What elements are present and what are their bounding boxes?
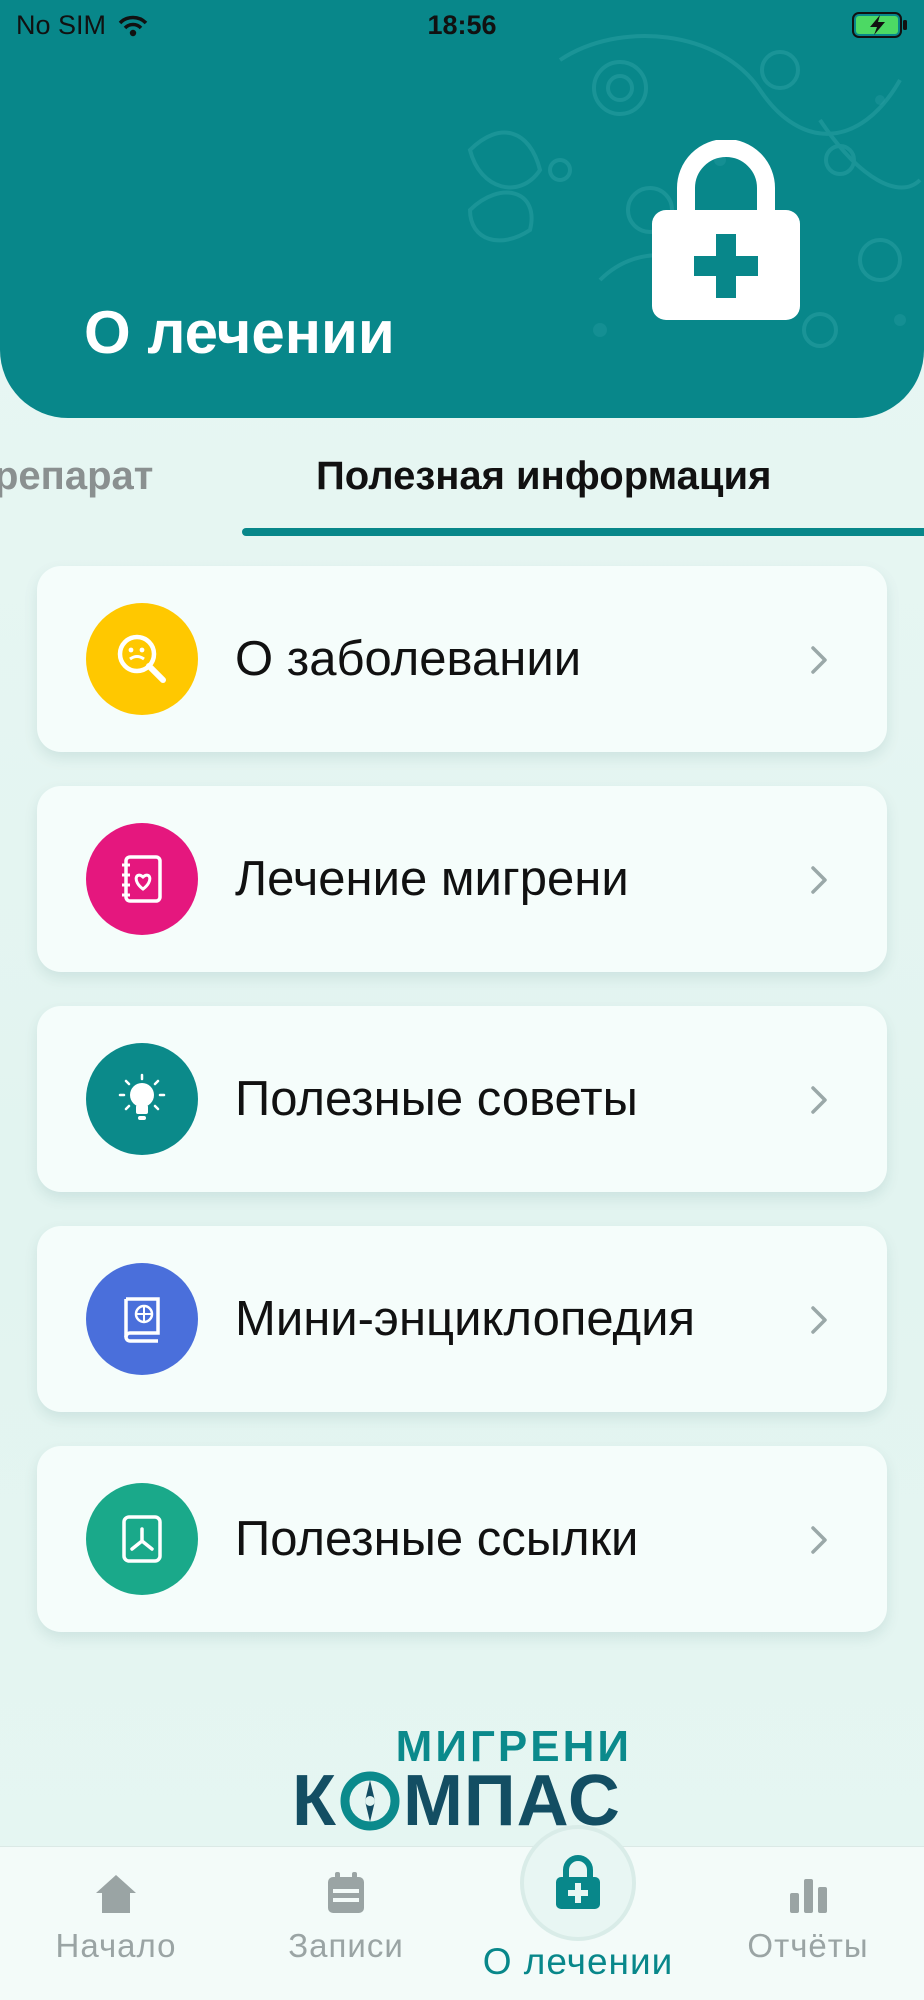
nav-home[interactable]: Начало <box>16 1867 216 1965</box>
clock: 18:56 <box>427 10 497 40</box>
nav-records[interactable]: Записи <box>246 1867 446 1965</box>
logo-letter-k: К <box>292 1761 337 1841</box>
nav-treatment[interactable] <box>520 1825 636 1941</box>
migreni-kompas-logo: МИГРЕНИ К МПАС <box>292 1722 632 1841</box>
calendar-icon <box>328 1872 364 1913</box>
bottom-navigation: Начало Записи О лечении Отчёты <box>0 1825 924 2000</box>
tab-bar: репарат Полезная информация <box>0 440 924 536</box>
nav-treatment-label: О лечении <box>482 1941 674 1982</box>
nav-records-label: Записи <box>288 1927 404 1964</box>
menu-item-label: Лечение мигрени <box>235 852 629 906</box>
active-tab-indicator <box>242 528 924 536</box>
lightbulb-icon <box>86 1043 198 1155</box>
lock-plus-icon <box>652 140 800 320</box>
lock-plus-icon <box>556 1855 600 1909</box>
treatment-notebook-icon <box>86 823 198 935</box>
nav-home-label: Начало <box>55 1927 177 1964</box>
header-banner: О лечении <box>0 0 924 418</box>
chevron-right-icon <box>811 646 827 674</box>
menu-item-label: О заболевании <box>235 632 582 686</box>
nav-reports[interactable]: Отчёты <box>708 1867 908 1965</box>
menu-item-useful-links[interactable]: Полезные ссылки <box>37 1446 887 1632</box>
tab-useful-info[interactable]: Полезная информация <box>316 454 771 499</box>
status-bar: No SIM 18:56 <box>0 0 924 50</box>
menu-item-migraine-treatment[interactable]: Лечение мигрени <box>37 786 887 972</box>
page-title: О лечении <box>84 299 395 366</box>
menu-item-label: Полезные советы <box>235 1072 638 1126</box>
menu-item-mini-encyclopedia[interactable]: Мини-энциклопедия <box>37 1226 887 1412</box>
menu-item-about-disease[interactable]: О заболевании <box>37 566 887 752</box>
chevron-right-icon <box>811 1526 827 1554</box>
info-menu-list: О заболевании Лечение мигрени Полезные с… <box>37 566 887 1666</box>
nav-reports-label: Отчёты <box>747 1927 869 1964</box>
chevron-right-icon <box>811 1086 827 1114</box>
chevron-right-icon <box>811 866 827 894</box>
battery-charging-icon <box>852 12 907 38</box>
encyclopedia-book-icon <box>86 1263 198 1375</box>
compass-icon <box>340 1771 400 1831</box>
chevron-right-icon <box>811 1306 827 1334</box>
menu-item-label: Полезные ссылки <box>235 1512 639 1566</box>
menu-item-label: Мини-энциклопедия <box>235 1292 696 1346</box>
home-icon <box>96 1875 136 1913</box>
disease-search-icon <box>86 603 198 715</box>
menu-item-useful-tips[interactable]: Полезные советы <box>37 1006 887 1192</box>
tab-drug[interactable]: репарат <box>0 454 153 499</box>
links-document-icon <box>86 1483 198 1595</box>
bar-chart-icon <box>790 1879 827 1913</box>
